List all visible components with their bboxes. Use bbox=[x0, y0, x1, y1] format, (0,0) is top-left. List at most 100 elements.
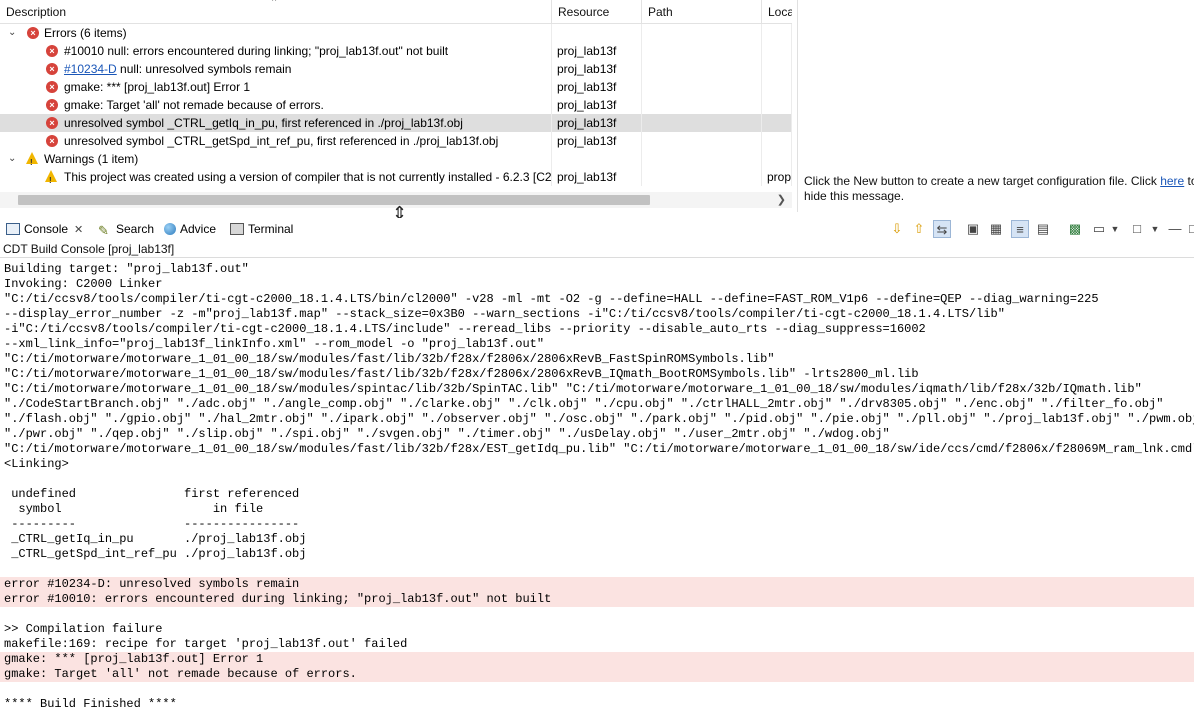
tab-terminal[interactable]: Terminal bbox=[230, 218, 293, 240]
scroll-lock-icon[interactable]: ≡ bbox=[1011, 220, 1029, 238]
problem-row[interactable]: × unresolved symbol _CTRL_getSpd_int_ref… bbox=[0, 132, 792, 150]
target-configurations-view: Click the New button to create a new tar… bbox=[797, 0, 1194, 212]
console-error-line: gmake: Target 'all' not remade because o… bbox=[0, 667, 1194, 682]
scrollbar-thumb[interactable] bbox=[18, 195, 650, 205]
problem-location bbox=[762, 132, 792, 150]
console-line: "C:/ti/motorware/motorware_1_01_00_18/sw… bbox=[4, 367, 919, 381]
console-line: "./flash.obj" "./gpio.obj" "./hal_2mtr.o… bbox=[4, 412, 1194, 426]
console-line: "C:/ti/motorware/motorware_1_01_00_18/sw… bbox=[4, 352, 775, 366]
group-label-errors: Errors (6 items) bbox=[44, 26, 127, 40]
open-console-icon[interactable]: □ bbox=[1128, 220, 1146, 238]
close-icon[interactable]: ✕ bbox=[74, 219, 83, 241]
console-line: _CTRL_getIq_in_pu ./proj_lab13f.obj bbox=[4, 532, 307, 546]
message-text: Click the New button to create a new tar… bbox=[804, 174, 1161, 188]
chevron-down-icon[interactable]: ⌄ bbox=[8, 150, 16, 168]
minimize-icon[interactable]: — bbox=[1166, 220, 1184, 238]
search-icon: ✎ bbox=[98, 223, 109, 238]
console-error-line: error #10234-D: unresolved symbols remai… bbox=[0, 577, 1194, 592]
problem-row[interactable]: × #10234-D null: unresolved symbols rema… bbox=[0, 60, 792, 78]
group-row-errors[interactable]: ⌄ × Errors (6 items) bbox=[0, 24, 792, 42]
problem-row[interactable]: ! This project was created using a versi… bbox=[0, 168, 792, 186]
next-error-icon[interactable]: ⇩ bbox=[888, 220, 906, 238]
error-icon: × bbox=[46, 135, 58, 147]
problem-description: gmake: Target 'all' not remade because o… bbox=[64, 98, 324, 112]
error-icon: × bbox=[46, 99, 58, 111]
problem-location bbox=[762, 96, 792, 114]
console-line: --display_error_number -z -m"proj_lab13f… bbox=[4, 307, 1005, 321]
view-tab-bar: Console ✕ ✎ Search Advice Terminal ⇩ ⇧ ⇆ ▣… bbox=[0, 218, 1194, 240]
link-with-editor-icon[interactable]: ⇆ bbox=[933, 220, 951, 238]
console-error-line: gmake: *** [proj_lab13f.out] Error 1 bbox=[0, 652, 1194, 667]
console-line: --------- ---------------- bbox=[4, 517, 300, 531]
console-line: --xml_link_info="proj_lab13f_linkInfo.xm… bbox=[4, 337, 545, 351]
tab-console-label: Console bbox=[24, 222, 69, 236]
tab-console[interactable]: Console ✕ bbox=[6, 218, 83, 240]
console-line: "./CodeStartBranch.obj" "./adc.obj" "./a… bbox=[4, 397, 1164, 411]
problem-location: prop bbox=[762, 168, 792, 186]
console-line: undefined first referenced bbox=[4, 487, 300, 501]
tab-search[interactable]: ✎ Search bbox=[98, 218, 154, 240]
advice-icon bbox=[164, 223, 176, 235]
sort-indicator-icon: ^ bbox=[272, 0, 277, 6]
clear-console-icon[interactable]: ▤ bbox=[1034, 220, 1052, 238]
pin-console-icon[interactable]: ▩ bbox=[1066, 220, 1084, 238]
maximize-icon[interactable]: □ bbox=[1184, 220, 1194, 238]
problem-location bbox=[762, 78, 792, 96]
problem-description: This project was created using a version… bbox=[64, 170, 552, 184]
chevron-down-icon[interactable]: ⌄ bbox=[8, 24, 16, 42]
save-console-icon[interactable]: ▣ bbox=[964, 220, 982, 238]
copy-build-log-icon[interactable]: ▦ bbox=[987, 220, 1005, 238]
group-row-warnings[interactable]: ⌄ ! Warnings (1 item) bbox=[0, 150, 792, 168]
warning-icon: ! bbox=[45, 170, 57, 185]
chevron-down-icon[interactable]: ▼ bbox=[1106, 220, 1124, 238]
hide-message-link[interactable]: here bbox=[1160, 174, 1184, 188]
problem-path bbox=[642, 114, 762, 132]
column-header-path[interactable]: Path bbox=[642, 0, 762, 24]
problem-description: #10010 null: errors encountered during l… bbox=[64, 44, 449, 58]
problem-description: null: unresolved symbols remain bbox=[116, 62, 292, 76]
error-code-link[interactable]: #10234-D bbox=[64, 62, 117, 76]
error-icon: × bbox=[46, 81, 58, 93]
console-error-line: error #10010: errors encountered during … bbox=[0, 592, 1194, 607]
problem-row[interactable]: × #10010 null: errors encountered during… bbox=[0, 42, 792, 60]
problem-resource: proj_lab13f bbox=[552, 60, 642, 78]
problem-description: gmake: *** [proj_lab13f.out] Error 1 bbox=[64, 80, 251, 94]
target-config-message: Click the New button to create a new tar… bbox=[804, 174, 1194, 204]
problem-row[interactable]: × gmake: *** [proj_lab13f.out] Error 1 p… bbox=[0, 78, 792, 96]
scroll-right-icon[interactable]: ❯ bbox=[777, 192, 786, 208]
problem-row-selected[interactable]: × unresolved symbol _CTRL_getIq_in_pu, f… bbox=[0, 114, 792, 132]
problem-path bbox=[642, 78, 762, 96]
console-line: -i"C:/ti/ccsv8/tools/compiler/ti-cgt-c20… bbox=[4, 322, 926, 336]
previous-error-icon[interactable]: ⇧ bbox=[910, 220, 928, 238]
problem-path bbox=[642, 168, 762, 186]
problem-location bbox=[762, 60, 792, 78]
problem-resource: proj_lab13f bbox=[552, 132, 642, 150]
error-icon: × bbox=[46, 117, 58, 129]
console-title: CDT Build Console [proj_lab13f] bbox=[0, 240, 1194, 258]
chevron-down-icon[interactable]: ▼ bbox=[1146, 220, 1164, 238]
column-header-resource[interactable]: Resource bbox=[552, 0, 642, 24]
console-line: "C:/ti/motorware/motorware_1_01_00_18/sw… bbox=[4, 442, 1194, 456]
problem-description: unresolved symbol _CTRL_getSpd_int_ref_p… bbox=[64, 134, 499, 148]
group-label-warnings: Warnings (1 item) bbox=[44, 152, 139, 166]
tab-advice[interactable]: Advice bbox=[164, 218, 216, 240]
console-output[interactable]: Building target: "proj_lab13f.out" Invoki… bbox=[0, 262, 1194, 716]
problems-table-header: Description ^ Resource Path Loca bbox=[0, 0, 792, 24]
problem-description: unresolved symbol _CTRL_getIq_in_pu, fir… bbox=[64, 116, 463, 130]
problem-row[interactable]: × gmake: Target 'all' not remade because… bbox=[0, 96, 792, 114]
error-icon: × bbox=[46, 45, 58, 57]
column-header-location[interactable]: Loca bbox=[762, 0, 792, 24]
terminal-icon bbox=[230, 223, 244, 235]
problem-resource: proj_lab13f bbox=[552, 168, 642, 186]
console-line: "./pwr.obj" "./qep.obj" "./slip.obj" "./… bbox=[4, 427, 890, 441]
problem-path bbox=[642, 96, 762, 114]
problem-resource: proj_lab13f bbox=[552, 78, 642, 96]
problem-location bbox=[762, 42, 792, 60]
tab-search-label: Search bbox=[116, 222, 155, 236]
console-line: "C:/ti/ccsv8/tools/compiler/ti-cgt-c2000… bbox=[4, 292, 1099, 306]
problem-path bbox=[642, 60, 762, 78]
